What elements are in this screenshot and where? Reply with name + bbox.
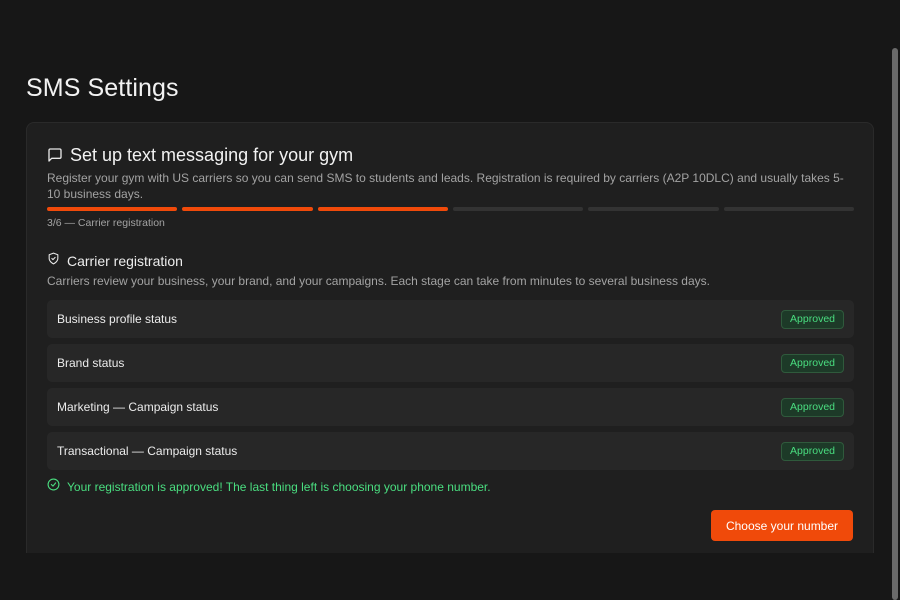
page-scrollbar[interactable]	[892, 48, 898, 600]
sms-setup-card: Set up text messaging for your gym Regis…	[26, 122, 874, 553]
status-row-brand: Brand status Approved	[47, 344, 854, 382]
page-title: SMS Settings	[26, 74, 179, 102]
setup-progress-bar	[47, 207, 854, 211]
success-text: Your registration is approved! The last …	[67, 480, 491, 494]
carrier-section-description: Carriers review your business, your bran…	[47, 274, 710, 288]
status-row-marketing-campaign: Marketing — Campaign status Approved	[47, 388, 854, 426]
progress-segment-complete	[47, 207, 178, 211]
status-row-business-profile: Business profile status Approved	[47, 300, 854, 338]
status-label: Brand status	[57, 356, 125, 370]
status-badge: Approved	[781, 397, 844, 417]
shield-check-icon	[47, 252, 60, 270]
progress-segment-complete	[182, 207, 313, 211]
card-header: Set up text messaging for your gym	[47, 143, 854, 167]
status-badge: Approved	[781, 353, 844, 373]
registration-success-message: Your registration is approved! The last …	[47, 478, 854, 496]
status-badge: Approved	[781, 441, 844, 461]
progress-segment-pending	[452, 207, 584, 211]
status-label: Business profile status	[57, 312, 178, 326]
status-badge: Approved	[781, 309, 844, 329]
progress-segment-pending	[588, 207, 719, 211]
progress-segment-pending	[723, 207, 854, 211]
message-square-icon	[47, 147, 63, 163]
setup-title: Set up text messaging for your gym	[70, 144, 354, 165]
check-circle-icon	[47, 478, 60, 496]
setup-description: Register your gym with US carriers so yo…	[47, 171, 844, 201]
carrier-section-header: Carrier registration	[47, 252, 854, 270]
progress-segment-complete	[317, 207, 448, 211]
sms-setup-card-content: Set up text messaging for your gym Regis…	[47, 143, 854, 495]
choose-your-number-button[interactable]: Choose your number	[711, 510, 853, 541]
status-row-transactional-campaign: Transactional — Campaign status Approved	[47, 432, 854, 470]
status-label: Marketing — Campaign status	[57, 400, 219, 414]
sms-settings-page: SMS Settings Set up text messaging for y…	[0, 0, 900, 600]
status-label: Transactional — Campaign status	[57, 444, 238, 458]
carrier-status-list: Business profile status Approved Brand s…	[47, 300, 854, 470]
carrier-section-title: Carrier registration	[67, 253, 183, 269]
setup-progress-label: 3/6 — Carrier registration	[47, 217, 165, 229]
